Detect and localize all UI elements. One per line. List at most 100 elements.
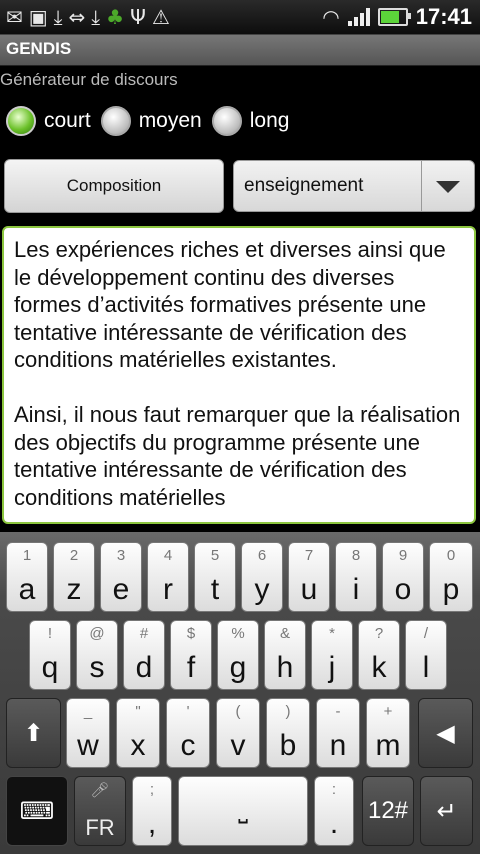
backspace-icon: ◀ xyxy=(436,719,455,747)
key-symbol: @ xyxy=(89,625,105,642)
key-letter: g xyxy=(229,651,247,684)
radio-label: moyen xyxy=(138,109,202,132)
key-symbol: 7 xyxy=(304,547,314,564)
key-letter: a xyxy=(18,573,36,606)
keyboard-icon: ⌨ xyxy=(19,797,55,825)
key-letter: k xyxy=(371,651,387,684)
key-symbol: ? xyxy=(374,625,384,642)
spinner-divider xyxy=(421,161,422,211)
key-z[interactable]: 2z xyxy=(53,542,95,612)
notification-icons: ✉ ▣ ⤓ ⇔ ⤓ ♣ Ψ ⚠ xyxy=(6,3,170,31)
key-letter: , xyxy=(147,807,157,840)
key-a[interactable]: 1a xyxy=(6,542,48,612)
key-symbol: 3 xyxy=(116,547,126,564)
key-letter: f xyxy=(186,651,196,684)
key-h[interactable]: & h xyxy=(264,620,306,690)
composition-button[interactable]: Composition xyxy=(4,159,224,213)
keyboard-settings-key[interactable]: ⌨ xyxy=(6,776,68,846)
space-key[interactable]: ⎵ xyxy=(178,776,308,846)
battery-icon xyxy=(377,8,411,26)
key-d[interactable]: # d xyxy=(123,620,165,690)
status-bar: ✉ ▣ ⤓ ⇔ ⤓ ♣ Ψ ⚠ ◠ 17:41 xyxy=(0,0,480,35)
key-letter: v xyxy=(230,729,246,762)
enter-icon: ↵ xyxy=(436,797,457,825)
key-k[interactable]: ? k xyxy=(358,620,400,690)
signal-icon xyxy=(347,8,370,26)
key-letter: e xyxy=(112,573,130,606)
mail-icon: ✉ xyxy=(6,5,23,29)
status-time: 17:41 xyxy=(415,4,472,29)
key-letter: h xyxy=(276,651,294,684)
period-key[interactable]: :. xyxy=(314,776,354,846)
wifi-icon: ◠ xyxy=(322,5,340,29)
key-symbol: _ xyxy=(83,703,93,720)
key-j[interactable]: * j xyxy=(311,620,353,690)
language-label: FR xyxy=(85,815,115,840)
language-mic-key[interactable]: 🎤︎ FR xyxy=(74,776,126,846)
key-m[interactable]: + m xyxy=(366,698,410,768)
key-symbol: " xyxy=(135,703,141,720)
key-p[interactable]: 0p xyxy=(429,542,473,612)
key-r[interactable]: 4r xyxy=(147,542,189,612)
key-t[interactable]: 5t xyxy=(194,542,236,612)
shift-icon: ⬆ xyxy=(23,719,44,747)
key-letter: w xyxy=(77,729,99,762)
key-letter: i xyxy=(352,573,360,606)
key-f[interactable]: $ f xyxy=(170,620,212,690)
key-y[interactable]: 6y xyxy=(241,542,283,612)
key-symbol: & xyxy=(279,625,290,642)
numbers-key[interactable]: 12# xyxy=(362,776,414,846)
key-symbol: 0 xyxy=(446,547,456,564)
comma-key[interactable]: ;, xyxy=(132,776,172,846)
key-q[interactable]: ! q xyxy=(29,620,71,690)
key-w[interactable]: _ w xyxy=(66,698,110,768)
key-symbol: 2 xyxy=(69,547,79,564)
key-i[interactable]: 8i xyxy=(335,542,377,612)
radio-moyen[interactable]: moyen xyxy=(100,106,202,136)
key-letter: m xyxy=(375,729,401,762)
key-letter: t xyxy=(210,573,220,606)
key-letter: p xyxy=(442,573,460,606)
key-letter: o xyxy=(394,573,412,606)
key-symbol: ! xyxy=(47,625,53,642)
key-symbol: ) xyxy=(285,703,291,720)
key-v[interactable]: (v xyxy=(216,698,260,768)
shift-key[interactable]: ⬆ xyxy=(6,698,61,768)
topic-spinner[interactable]: enseignement xyxy=(233,160,475,212)
radio-court[interactable]: court xyxy=(6,106,91,136)
key-symbol: / xyxy=(423,625,429,642)
key-l[interactable]: / l xyxy=(405,620,447,690)
key-letter: q xyxy=(41,651,59,684)
key-s[interactable]: @ s xyxy=(76,620,118,690)
radio-label: long xyxy=(249,109,290,132)
key-o[interactable]: 9o xyxy=(382,542,424,612)
key-n[interactable]: -n xyxy=(316,698,360,768)
radio-button[interactable] xyxy=(211,106,242,136)
key-c[interactable]: ' c xyxy=(166,698,210,768)
app-title-bar: GENDIS xyxy=(0,35,480,66)
chevron-down-icon[interactable] xyxy=(436,181,460,193)
key-x[interactable]: " x xyxy=(116,698,160,768)
key-symbol: % xyxy=(231,625,245,642)
key-letter: s xyxy=(89,651,105,684)
key-g[interactable]: % g xyxy=(217,620,259,690)
key-u[interactable]: 7u xyxy=(288,542,330,612)
length-radio-group: court moyen long xyxy=(6,106,299,136)
key-letter: y xyxy=(254,573,270,606)
key-letter: j xyxy=(328,651,336,684)
key-symbol: # xyxy=(139,625,149,642)
enter-key[interactable]: ↵ xyxy=(420,776,473,846)
radio-button[interactable] xyxy=(100,106,131,136)
radio-label: court xyxy=(44,109,91,132)
radio-button-selected[interactable] xyxy=(6,106,36,136)
soft-keyboard: 1a 2z 3e 4r 5t 6y 7u 8i 9o 0p ! q @ s # d $… xyxy=(0,532,480,854)
key-b[interactable]: ) b xyxy=(266,698,310,768)
lock-icon: ▣ xyxy=(28,5,48,29)
key-symbol: 9 xyxy=(398,547,408,564)
speech-text-area[interactable]: Les expériences riches et diverses ainsi… xyxy=(2,226,476,524)
usb-icon: Ψ xyxy=(130,5,146,29)
backspace-key[interactable]: ◀ xyxy=(418,698,473,768)
key-e[interactable]: 3e xyxy=(100,542,142,612)
key-letter: c xyxy=(180,729,196,762)
radio-long[interactable]: long xyxy=(211,106,290,136)
